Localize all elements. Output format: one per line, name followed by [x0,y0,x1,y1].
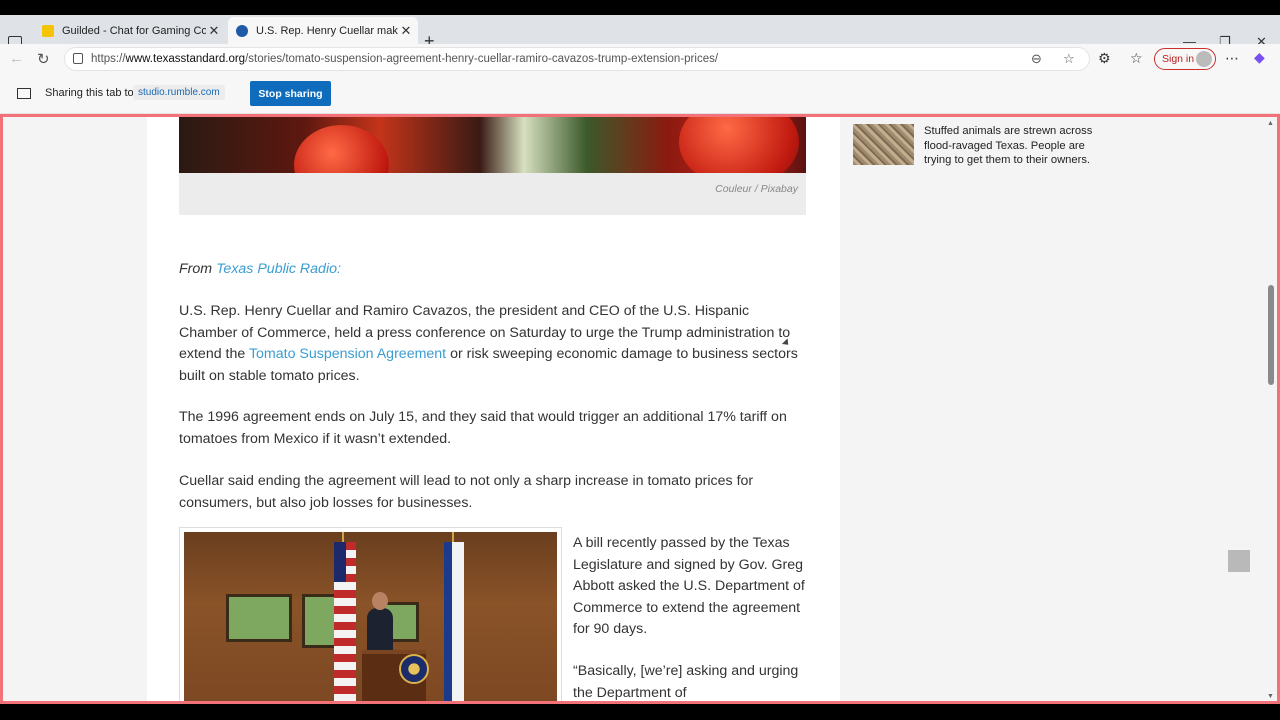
close-tab-icon[interactable]: ✕ [206,23,222,39]
scrollbar-thumb[interactable] [1268,285,1274,385]
guilded-icon [42,24,54,37]
tab-strip: Guilded - Chat for Gaming Comm ✕ U.S. Re… [0,15,1280,51]
page-viewport: Couleur / Pixabay From Texas Public Radi… [0,114,1280,704]
press-conference-photo [179,527,562,701]
url-field[interactable]: https://www.texasstandard.org/stories/to… [64,47,1090,71]
window-bottom-edge [0,704,1280,720]
sharing-label: Sharing this tab to [45,87,134,99]
sign-in-label: Sign in [1162,53,1195,65]
from-prefix: From [179,261,213,277]
extensions-icon[interactable]: ⚙ [1098,50,1111,67]
related-story-thumbnail[interactable] [853,124,914,165]
favorites-icon[interactable]: ☆ [1130,50,1143,67]
window-top-edge [0,0,1280,15]
paragraph-5: “Basically, [we’re] asking and urging th… [573,663,799,701]
stop-sharing-button[interactable]: Stop sharing [250,81,331,106]
address-bar-row: ← ↻ https://www.texasstandard.org/storie… [0,44,1280,74]
more-menu-icon[interactable]: ⋯ [1225,50,1239,67]
sharing-domain: studio.rumble.com [133,85,225,100]
related-story-title[interactable]: Stuffed animals are strewn across flood-… [924,124,1094,168]
source-line: From Texas Public Radio: [179,259,806,281]
photo-credit: Couleur / Pixabay [715,183,798,195]
avatar [1196,51,1212,67]
refresh-icon[interactable]: ↻ [37,50,50,68]
back-icon[interactable]: ← [9,50,24,67]
scrollbar[interactable]: ▲ ▼ [1265,117,1277,701]
sign-in-button[interactable]: Sign in [1154,48,1216,70]
scroll-up-icon[interactable]: ▲ [1267,120,1274,127]
tab-title: U.S. Rep. Henry Cuellar make [256,24,398,37]
site-info-icon[interactable] [73,53,83,64]
photo-caption: Couleur / Pixabay [179,173,806,215]
paragraph-2: The 1996 agreement ends on July 15, and … [179,409,787,447]
back-to-top-button[interactable] [1228,550,1250,572]
tab-sharing-bar: Sharing this tab to studio.rumble.com St… [0,74,1280,114]
tab-guilded[interactable]: Guilded - Chat for Gaming Comm ✕ [34,17,226,44]
texas-standard-icon [236,24,248,37]
scroll-down-icon[interactable]: ▼ [1267,693,1274,700]
url-text: https://www.texasstandard.org/stories/to… [91,53,719,65]
screen-share-icon [17,88,31,99]
tab-texas-standard[interactable]: U.S. Rep. Henry Cuellar make ✕ [228,17,418,44]
paragraph-4: A bill recently passed by the Texas Legi… [573,535,805,638]
article-column: Couleur / Pixabay From Texas Public Radi… [147,117,840,701]
tomatoes-photo [179,117,806,205]
source-link[interactable]: Texas Public Radio: [216,261,341,277]
tomato-agreement-link[interactable]: Tomato Suspension Agreement [249,346,446,362]
copilot-icon[interactable]: ◆ [1254,49,1265,66]
paragraph-3: Cuellar said ending the agreement will l… [179,473,754,511]
reader-icon[interactable]: ⊖ [1031,51,1042,67]
paragraph-1: U.S. Rep. Henry Cuellar and Ramiro Cavaz… [179,303,798,384]
close-tab-icon[interactable]: ✕ [398,23,414,39]
favorite-star-icon[interactable]: ☆ [1063,51,1075,67]
tab-title: Guilded - Chat for Gaming Comm [62,24,206,37]
